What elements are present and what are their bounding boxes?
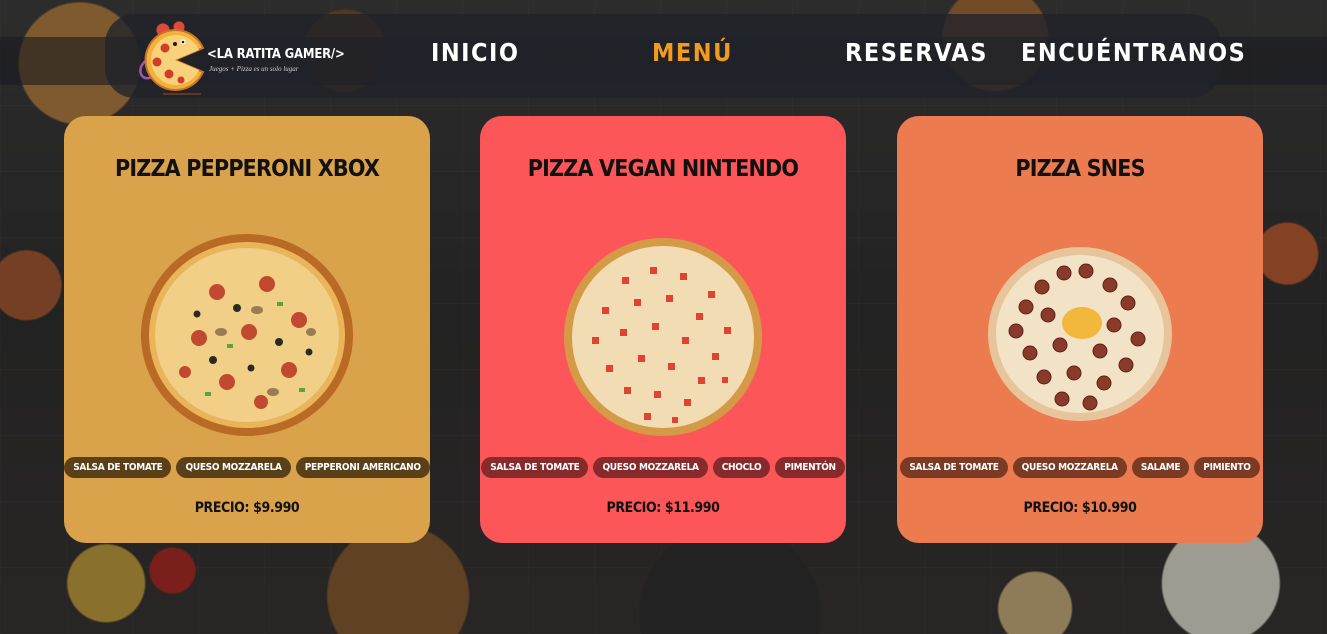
card-title: PIZZA PEPPERONI XBOX — [114, 156, 380, 182]
ingredient-tag: SALSA DE TOMATE — [481, 457, 589, 478]
price-value: $10.990 — [1081, 500, 1137, 516]
card-title: PIZZA VEGAN NINTENDO — [527, 156, 799, 182]
price-value: $9.990 — [253, 500, 300, 516]
ingredient-list: SALSA DE TOMATE QUESO MOZZARELA PEPPERON… — [64, 457, 430, 478]
ingredient-tag: CHOCLO — [712, 457, 771, 478]
price-label: PRECIO: — [1023, 500, 1079, 516]
ingredient-tag: SALAME — [1131, 457, 1190, 478]
ingredient-list: SALSA DE TOMATE QUESO MOZZARELA CHOCLO P… — [480, 457, 846, 478]
nav-link-inicio[interactable]: INICIO — [431, 38, 520, 67]
menu-card-vegan: PIZZA VEGAN NINTENDO SALSA DE TOMATE QUE… — [480, 116, 846, 543]
ingredient-tag: PIMENTÓN — [775, 457, 845, 478]
brand-logo[interactable]: <LA RATITA GAMER/> Juegos + Pizza es un … — [135, 20, 345, 95]
vegan-pizza-image — [564, 238, 762, 436]
ingredient-tag: QUESO MOZZARELA — [176, 457, 291, 478]
ingredient-tag: SALSA DE TOMATE — [64, 457, 172, 478]
ingredient-tag: QUESO MOZZARELA — [593, 457, 708, 478]
nav-link-encuentranos[interactable]: ENCUÉNTRANOS — [1021, 38, 1246, 67]
brand-name: <LA RATITA GAMER/> — [207, 47, 345, 62]
salame-pizza-image — [988, 247, 1172, 421]
menu-card-pepperoni: PIZZA PEPPERONI XBOX SALSA DE TOMATE QUE… — [64, 116, 430, 543]
ingredient-tag: PEPPERONI AMERICANO — [295, 457, 430, 478]
menu-card-snes: PIZZA SNES SALSA DE TOMATE QUESO MOZZARE… — [897, 116, 1263, 543]
card-title: PIZZA SNES — [1015, 156, 1145, 182]
brand-tagline: Juegos + Pizza es un solo lugar — [209, 65, 299, 73]
nav-link-reservas[interactable]: RESERVAS — [845, 38, 988, 67]
price-label: PRECIO: — [194, 500, 250, 516]
ingredient-tag: SALSA DE TOMATE — [900, 457, 1008, 478]
pizza-mascot-icon — [139, 20, 205, 95]
pepperoni-pizza-image — [141, 234, 353, 436]
ingredient-tag: QUESO MOZZARELA — [1012, 457, 1127, 478]
price-value: $11.990 — [664, 500, 720, 516]
ingredient-tag: PIMIENTO — [1194, 457, 1260, 478]
nav-link-menu[interactable]: MENÚ — [652, 38, 733, 67]
price-line: PRECIO: $10.990 — [897, 500, 1263, 516]
ingredient-list: SALSA DE TOMATE QUESO MOZZARELA SALAME P… — [897, 457, 1263, 478]
price-line: PRECIO: $11.990 — [480, 500, 846, 516]
price-line: PRECIO: $9.990 — [64, 500, 430, 516]
price-label: PRECIO: — [606, 500, 662, 516]
